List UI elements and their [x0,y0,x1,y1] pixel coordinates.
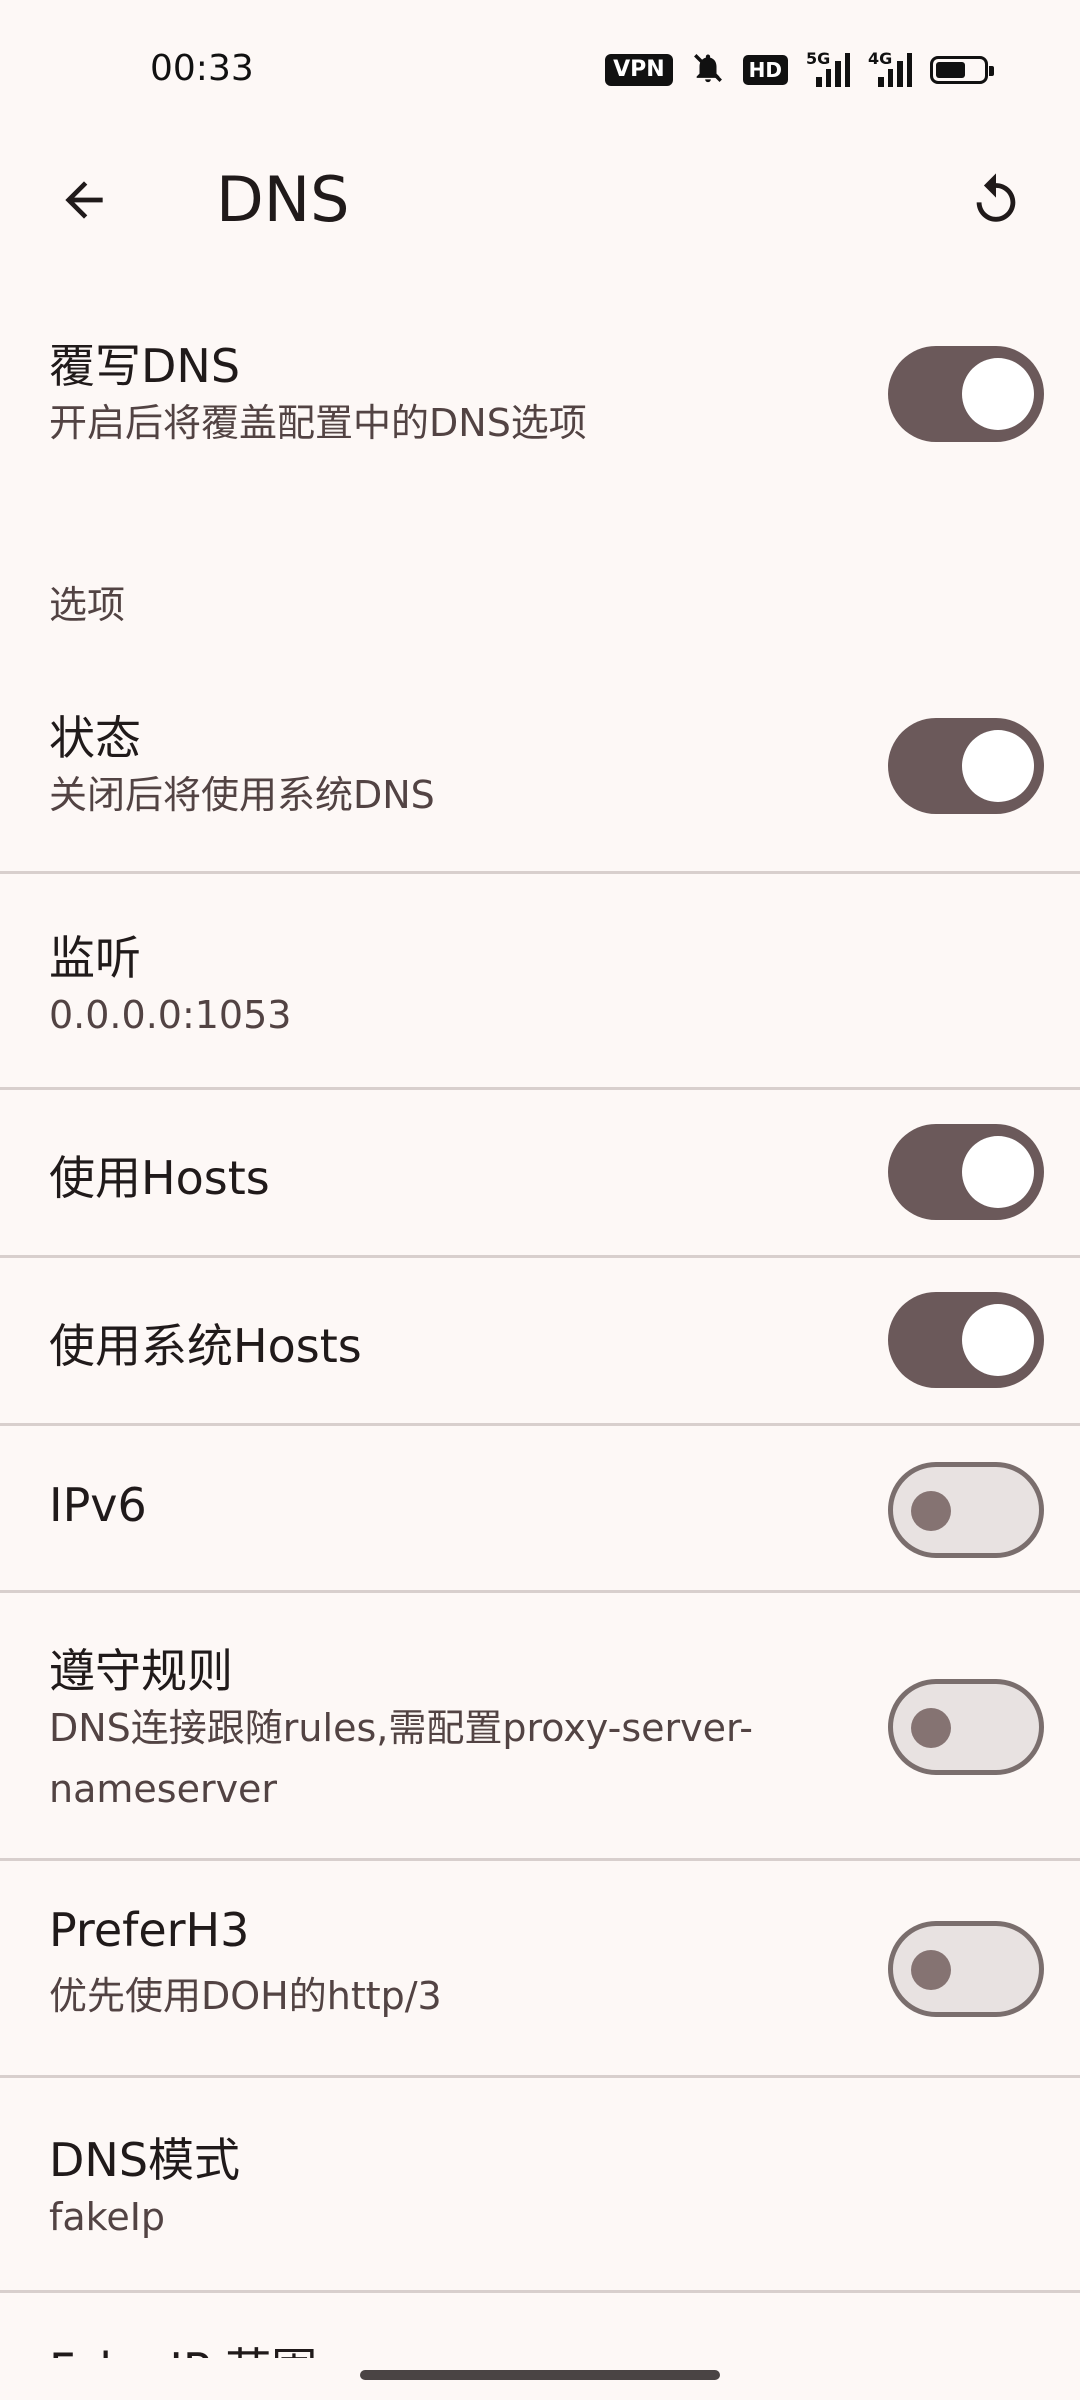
use-system-hosts-title: 使用系统Hosts [49,1319,362,1373]
status-bar: 00:33 VPN HD 5G 4G [0,0,1080,140]
listen-value: 0.0.0.0:1053 [49,993,292,1037]
refresh-icon [976,173,1016,222]
status-time: 00:33 [150,48,254,89]
use-system-hosts-switch[interactable] [888,1292,1044,1388]
back-button[interactable] [48,164,120,236]
prefer-h3-row[interactable]: PreferH3 优先使用DOH的http/3 [0,1861,1080,2077]
listen-title: 监听 [49,931,141,985]
prefer-h3-title: PreferH3 [49,1903,250,1957]
status-switch[interactable] [888,718,1044,814]
follow-rules-title: 遵守规则 [49,1644,233,1698]
status-row[interactable]: 状态 关闭后将使用系统DNS [0,692,1080,872]
ipv6-row[interactable]: IPv6 [0,1426,1080,1592]
bell-off-icon [691,50,725,90]
section-label-options: 选项 [49,583,126,627]
app-bar: DNS [0,140,1080,260]
status-title: 状态 [49,711,141,765]
home-indicator[interactable] [360,2370,720,2380]
use-hosts-switch[interactable] [888,1124,1044,1220]
use-hosts-row[interactable]: 使用Hosts [0,1090,1080,1254]
listen-row[interactable]: 监听 0.0.0.0:1053 [0,874,1080,1088]
ipv6-switch[interactable] [888,1462,1044,1558]
ipv6-title: IPv6 [49,1478,147,1532]
override-dns-row[interactable]: 覆写DNS 开启后将覆盖配置中的DNS选项 [0,320,1080,470]
signal-5g-icon: 5G [806,49,850,87]
prefer-h3-switch[interactable] [888,1921,1044,2017]
arrow-back-icon [65,181,103,219]
next-row-title-partial[interactable]: Fake-IP 范围 [49,2340,317,2358]
follow-rules-row[interactable]: 遵守规则 DNS连接跟随rules,需配置proxy-server- names… [0,1593,1080,1859]
follow-rules-subtitle-line1: DNS连接跟随rules,需配置proxy-server- [49,1706,753,1750]
dns-mode-title: DNS模式 [49,2133,241,2187]
signal-4g-icon: 4G [868,49,912,87]
status-icons: VPN HD 5G 4G [605,49,994,90]
follow-rules-subtitle-line2: nameserver [49,1767,278,1811]
status-subtitle: 关闭后将使用系统DNS [49,773,435,817]
battery-icon [930,56,994,84]
vpn-icon: VPN [605,54,673,86]
page-title: DNS [216,163,350,236]
follow-rules-switch[interactable] [888,1679,1044,1775]
dns-mode-row[interactable]: DNS模式 fakeIp [0,2078,1080,2290]
divider [0,2290,1080,2293]
dns-mode-value: fakeIp [49,2195,166,2239]
override-dns-title: 覆写DNS [49,339,241,393]
use-hosts-title: 使用Hosts [49,1151,270,1205]
hd-voice-icon: HD [742,55,788,85]
prefer-h3-subtitle: 优先使用DOH的http/3 [49,1974,442,2018]
use-system-hosts-row[interactable]: 使用系统Hosts [0,1258,1080,1424]
override-dns-switch[interactable] [888,346,1044,442]
override-dns-subtitle: 开启后将覆盖配置中的DNS选项 [49,401,587,445]
reset-button[interactable] [960,164,1032,236]
